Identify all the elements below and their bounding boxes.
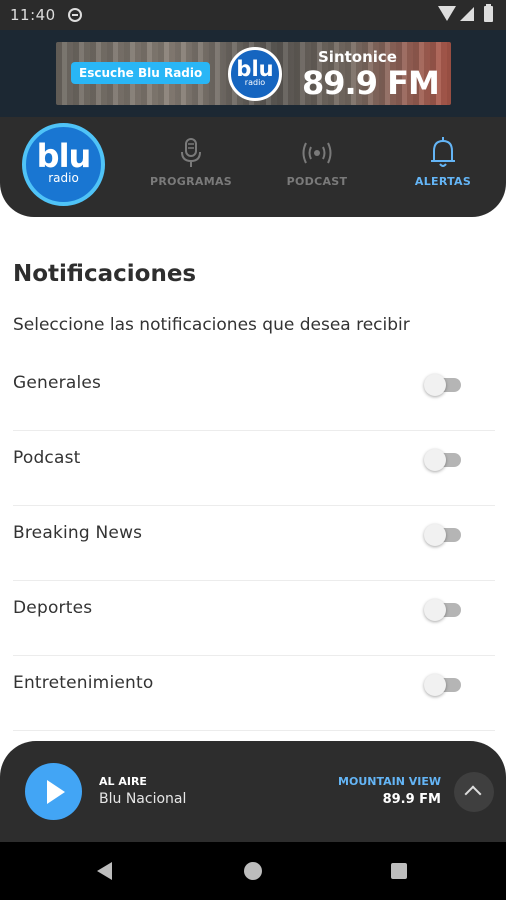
banner-frequency: 89.9 FM	[302, 64, 440, 102]
podcast-toggle[interactable]	[424, 449, 461, 471]
blu-radio-logo[interactable]: blu radio	[22, 123, 105, 206]
notification-label: Breaking News	[13, 523, 143, 543]
on-air-label: AL AIRE	[99, 775, 147, 788]
notification-label: Generales	[13, 373, 102, 393]
system-nav-bar	[0, 842, 506, 900]
page-subtitle: Seleccione las notificaciones que desea …	[13, 315, 410, 335]
notification-row-generales: Generales	[13, 356, 495, 431]
status-time: 11:40	[10, 6, 56, 24]
notification-list: Generales Podcast Breaking News Deportes…	[13, 356, 495, 731]
breaking-news-toggle[interactable]	[424, 524, 461, 546]
notification-label: Podcast	[13, 448, 81, 468]
toggle-knob	[424, 599, 446, 621]
banner-logo: blu radio	[228, 47, 282, 101]
station-name: Blu Nacional	[99, 791, 187, 807]
do-not-disturb-icon	[68, 8, 82, 22]
notification-row-entretenimiento: Entretenimiento	[13, 656, 495, 731]
toggle-knob	[424, 449, 446, 471]
notification-row-deportes: Deportes	[13, 581, 495, 656]
notification-row-podcast: Podcast	[13, 431, 495, 506]
home-icon[interactable]	[244, 862, 262, 880]
app-header: blu radio PROGRAMAS PODCAST ALERTAS	[0, 117, 506, 217]
banner-pill: Escuche Blu Radio	[71, 62, 211, 84]
battery-icon	[484, 4, 493, 22]
toggle-knob	[424, 524, 446, 546]
page-title: Notificaciones	[13, 261, 197, 287]
bell-icon	[388, 135, 498, 171]
play-icon	[47, 780, 65, 804]
nav-podcast-label: PODCAST	[286, 175, 348, 188]
notification-label: Deportes	[13, 598, 93, 618]
ad-banner-area: Escuche Blu Radio blu radio Sintonice 89…	[0, 30, 506, 118]
wifi-icon	[438, 6, 456, 21]
signal-icon	[460, 7, 474, 21]
nav-programas[interactable]: PROGRAMAS	[136, 135, 246, 188]
mini-player: AL AIRE Blu Nacional MOUNTAIN VIEW 89.9 …	[0, 741, 506, 842]
microphone-icon	[136, 135, 246, 171]
generales-toggle[interactable]	[424, 374, 461, 396]
station-city: MOUNTAIN VIEW	[338, 775, 441, 788]
entretenimiento-toggle[interactable]	[424, 674, 461, 696]
recent-apps-icon[interactable]	[391, 863, 407, 879]
notifications-panel: Notificaciones Seleccione las notificaci…	[13, 217, 495, 731]
nav-alertas-label: ALERTAS	[414, 175, 472, 188]
toggle-knob	[424, 674, 446, 696]
podcast-icon	[262, 135, 372, 171]
expand-player-button[interactable]	[454, 772, 494, 812]
notification-row-breaking-news: Breaking News	[13, 506, 495, 581]
chevron-up-icon	[464, 785, 482, 803]
notification-label: Entretenimiento	[13, 673, 154, 693]
status-bar: 11:40	[0, 0, 506, 30]
logo-main-text: blu	[36, 137, 92, 175]
deportes-toggle[interactable]	[424, 599, 461, 621]
back-icon[interactable]	[97, 862, 112, 880]
nav-podcast[interactable]: PODCAST	[262, 135, 372, 188]
ad-banner[interactable]: Escuche Blu Radio blu radio Sintonice 89…	[56, 42, 451, 105]
nav-programas-label: PROGRAMAS	[150, 175, 232, 188]
toggle-knob	[424, 374, 446, 396]
nav-alertas[interactable]: ALERTAS	[388, 135, 498, 188]
play-button[interactable]	[25, 763, 82, 820]
station-frequency: 89.9 FM	[382, 792, 441, 807]
